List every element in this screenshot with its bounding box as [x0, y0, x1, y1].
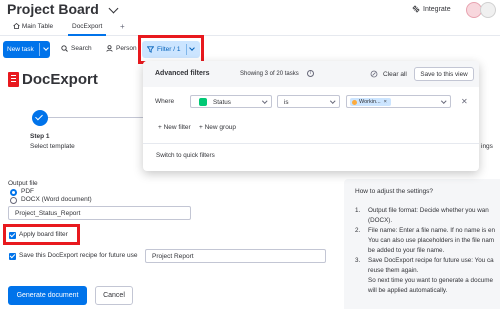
- home-icon: [13, 22, 20, 29]
- new-group-button[interactable]: + New group: [199, 124, 236, 131]
- person-icon: [106, 45, 113, 52]
- integrate-icon: [412, 5, 420, 13]
- new-task-label: New task: [7, 46, 34, 53]
- task-count-text: Showing 3 of 20 tasks: [240, 70, 299, 77]
- help-text: reuse them again.: [368, 267, 419, 274]
- filter-column-select[interactable]: Status: [190, 95, 272, 108]
- help-text: will be applied automatically.: [368, 287, 448, 294]
- page-title: DocExport: [22, 71, 98, 88]
- help-text: (DOCX).: [368, 217, 393, 224]
- file-name-input[interactable]: Project_Status_Report: [8, 206, 191, 220]
- step-label-partial: ings: [481, 143, 493, 150]
- remove-chip-icon[interactable]: ×: [384, 99, 387, 105]
- clear-all-button[interactable]: Clear all: [383, 71, 407, 78]
- save-recipe-label[interactable]: Save this DocExport recipe for future us…: [19, 252, 138, 259]
- integrate-button[interactable]: Integrate: [412, 5, 451, 13]
- chevron-down-icon: [440, 98, 446, 104]
- advanced-filters-popup: Advanced filters Showing 3 of 20 tasks i…: [143, 61, 479, 171]
- step-number: Step 1: [30, 133, 50, 140]
- chevron-down-icon[interactable]: [43, 45, 49, 51]
- tab-label: Main Table: [21, 23, 54, 30]
- help-text: File name: Enter a file name. If no name…: [368, 227, 496, 234]
- remove-filter-icon[interactable]: ✕: [461, 97, 468, 106]
- list-number: 1.: [355, 207, 361, 214]
- tab-docexport[interactable]: DocExport: [72, 23, 102, 30]
- radio-pdf[interactable]: [10, 189, 17, 196]
- add-view-button[interactable]: +: [120, 22, 125, 31]
- help-panel: How to adjust the settings? 1. Output fi…: [344, 179, 500, 309]
- switch-to-quick-filters-link[interactable]: Switch to quick filters: [156, 152, 215, 159]
- recipe-name-input[interactable]: Project Report: [145, 249, 326, 263]
- search-label: Search: [71, 45, 92, 52]
- avatar[interactable]: [480, 2, 496, 18]
- board-toolbar: New task Search Person Filter / 1: [0, 41, 500, 59]
- list-item: 2. File name: Enter a file name. If no n…: [355, 226, 500, 256]
- popup-title: Advanced filters: [155, 70, 210, 77]
- chevron-down-icon: [329, 98, 335, 104]
- board-header: Project Board Integrate: [0, 0, 500, 20]
- generate-document-button[interactable]: Generate document: [8, 286, 87, 305]
- new-task-button[interactable]: New task: [3, 41, 50, 58]
- help-text: be added to your file name.: [368, 247, 445, 254]
- clear-icon[interactable]: [370, 70, 378, 78]
- value-chip: Workin... ×: [350, 98, 391, 106]
- person-filter-button[interactable]: Person: [106, 45, 137, 52]
- stepper-line: [40, 117, 145, 118]
- radio-docx-label[interactable]: DOCX (Word document): [21, 196, 92, 203]
- search-button[interactable]: Search: [61, 45, 92, 52]
- active-tab-indicator: [68, 34, 106, 36]
- view-tabs: Main Table DocExport +: [0, 20, 500, 36]
- help-title: How to adjust the settings?: [355, 188, 434, 195]
- help-text: You can also use placeholders in the fil…: [368, 237, 495, 244]
- tab-main-table[interactable]: Main Table: [13, 22, 54, 30]
- help-text: Save DocExport recipe for future use: Yo…: [368, 257, 494, 264]
- tab-label: DocExport: [72, 23, 103, 30]
- list-number: 3.: [355, 257, 361, 264]
- new-filter-button[interactable]: + New filter: [158, 124, 191, 131]
- status-dot-icon: [352, 99, 357, 105]
- where-label: Where: [155, 98, 175, 105]
- radio-pdf-label[interactable]: PDF: [21, 188, 34, 195]
- search-icon: [61, 45, 68, 52]
- help-text: So next time you want to generate a docu…: [368, 277, 493, 284]
- popup-header: Advanced filters Showing 3 of 20 tasks i…: [143, 61, 479, 87]
- output-file-label: Output file: [8, 180, 38, 187]
- info-icon[interactable]: i: [307, 70, 314, 77]
- filter-condition-select[interactable]: is: [277, 95, 340, 108]
- list-item: 3. Save DocExport recipe for future use:…: [355, 256, 500, 296]
- chip-label: Workin...: [359, 99, 381, 105]
- person-label: Person: [116, 45, 137, 52]
- step-complete-icon[interactable]: [32, 110, 48, 126]
- board-title[interactable]: Project Board: [7, 1, 99, 17]
- docexport-logo-icon: [8, 72, 19, 87]
- list-item: 1. Output file format: Decide whether yo…: [355, 206, 500, 226]
- divider: [39, 43, 40, 56]
- help-list: 1. Output file format: Decide whether yo…: [355, 206, 500, 296]
- save-recipe-checkbox[interactable]: [9, 253, 16, 260]
- integrate-label: Integrate: [423, 5, 451, 13]
- list-number: 2.: [355, 227, 361, 234]
- cancel-button[interactable]: Cancel: [95, 286, 133, 305]
- select-value: is: [284, 98, 289, 106]
- select-value: Status: [213, 98, 231, 106]
- chevron-down-icon: [261, 98, 267, 104]
- status-column-icon: [199, 98, 207, 106]
- radio-docx[interactable]: [10, 197, 17, 204]
- filter-value-select[interactable]: Workin... ×: [346, 95, 451, 108]
- step-description: Select template: [30, 143, 75, 150]
- help-text: Output file format: Decide whether you w…: [368, 207, 489, 214]
- chevron-down-icon[interactable]: [108, 3, 119, 14]
- divider: [143, 143, 479, 144]
- highlight-box-board-filter: [3, 224, 80, 245]
- highlight-box-filter: [138, 35, 204, 64]
- save-to-view-button[interactable]: Save to this view: [414, 67, 474, 81]
